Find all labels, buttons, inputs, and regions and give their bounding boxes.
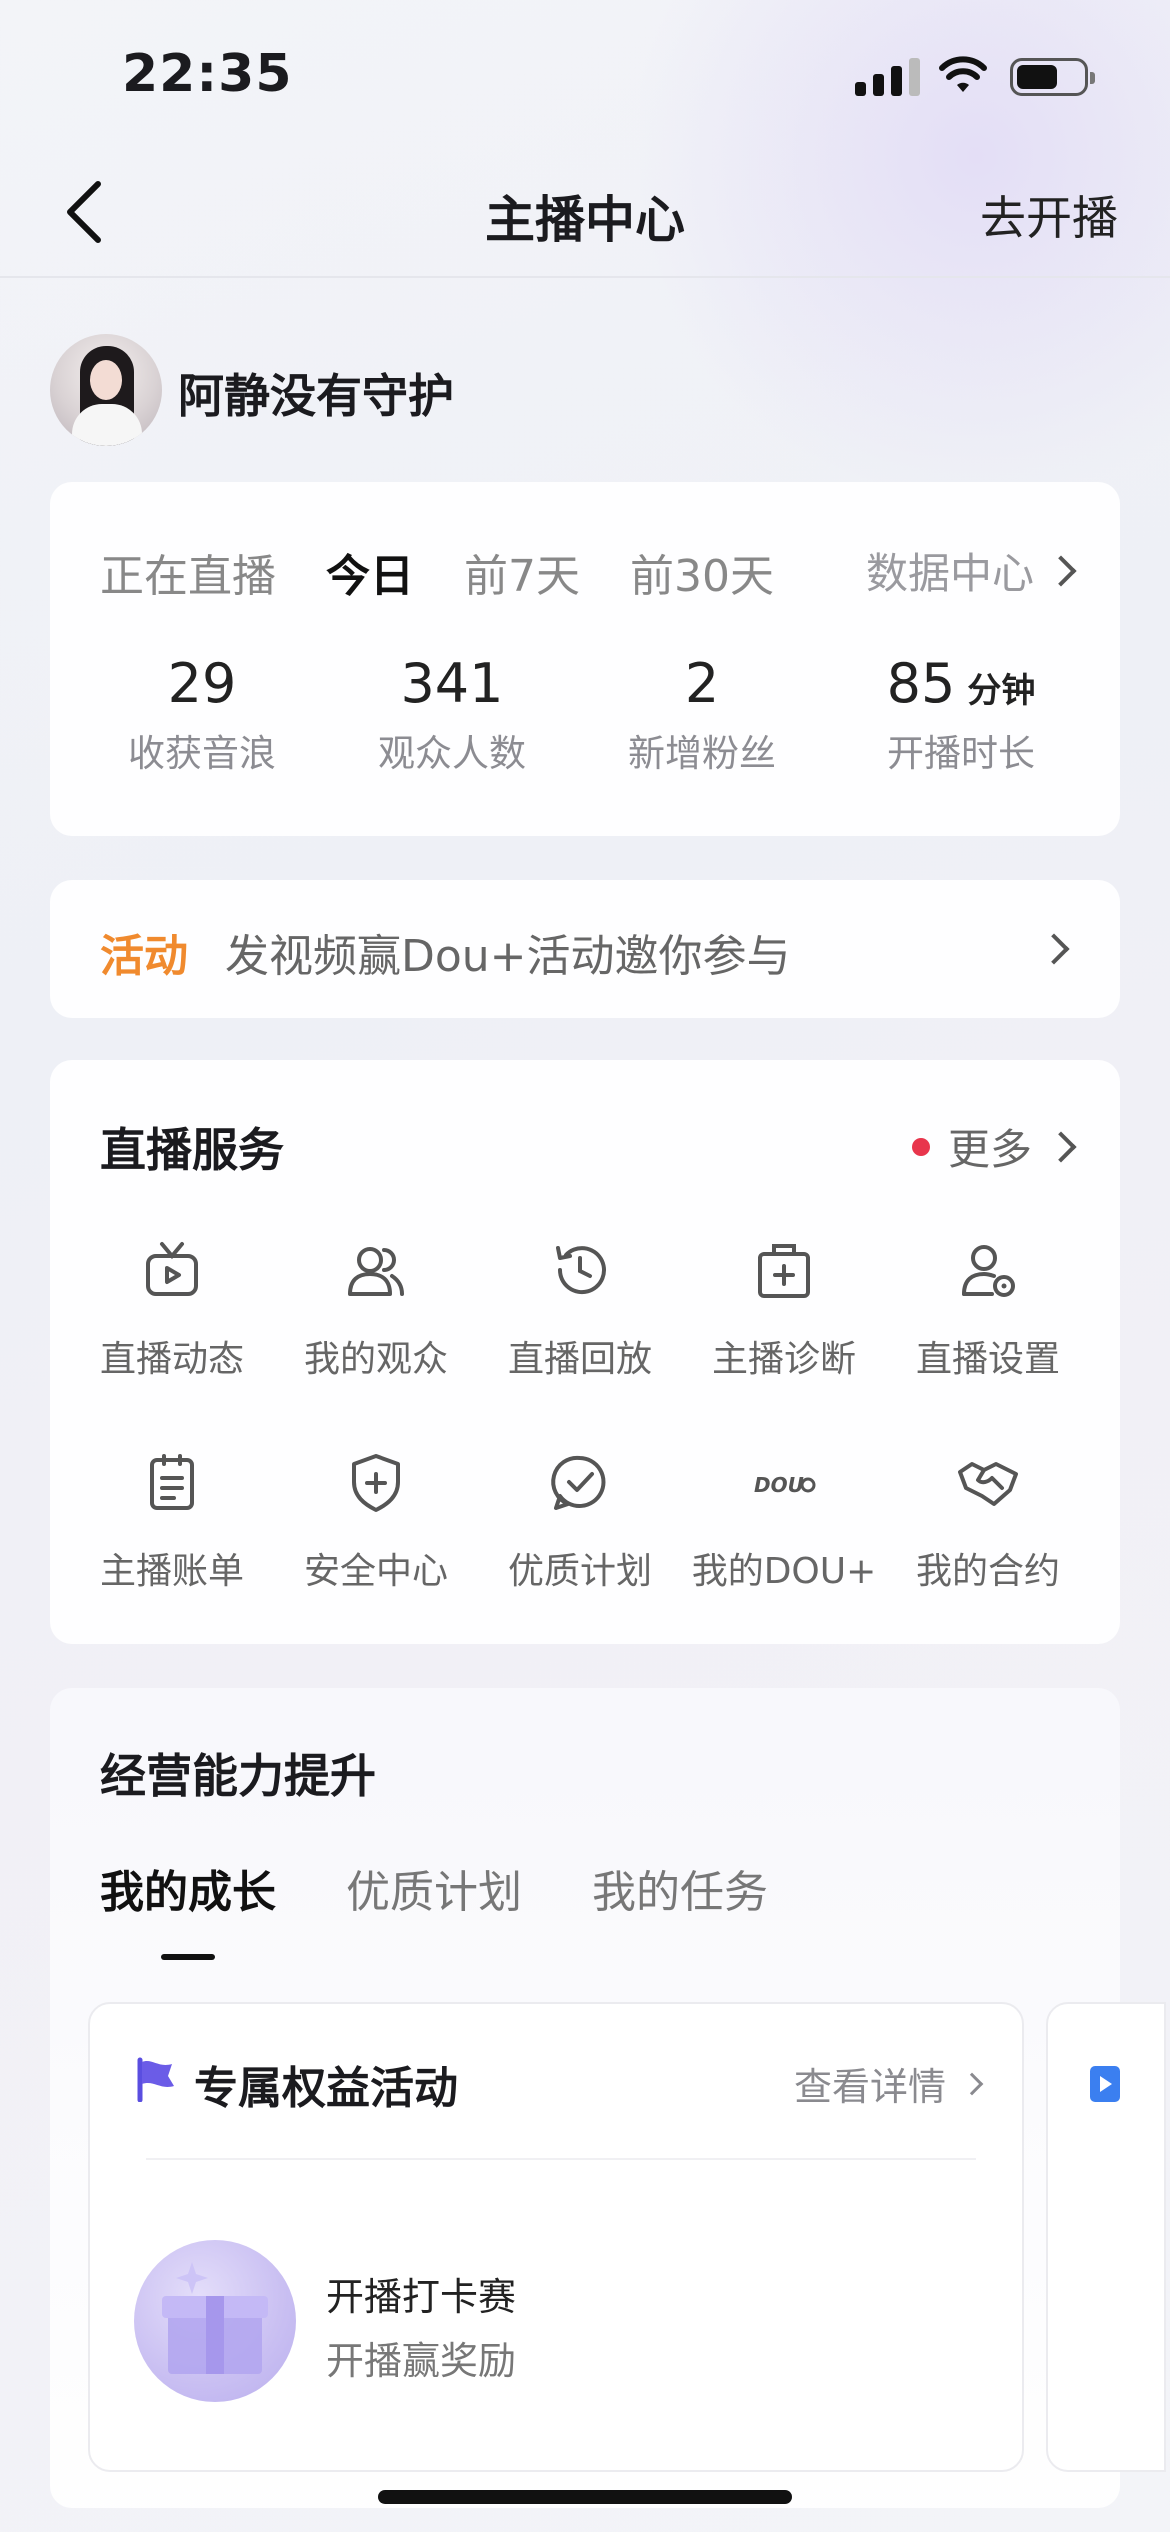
service-bills[interactable]: 主播账单 — [70, 1450, 274, 1594]
stat-value: 341 — [400, 652, 504, 715]
view-details-label: 查看详情 — [793, 2065, 946, 2109]
growth-card: 经营能力提升 我的成长 优质计划 我的任务 专属权益活动 查看详情 开播打卡赛 … — [50, 1688, 1166, 2508]
handshake-icon — [958, 1462, 1018, 1506]
shield-plus-icon — [352, 1454, 400, 1512]
tab-7-days[interactable]: 前7天 — [464, 540, 580, 604]
data-center-label: 数据中心 — [865, 549, 1034, 598]
status-time: 22:35 — [122, 44, 293, 104]
chevron-right-icon — [960, 2072, 984, 2095]
history-icon — [556, 1246, 606, 1295]
go-live-button[interactable]: 去开播 — [980, 182, 1118, 248]
stat-value: 29 — [167, 652, 237, 715]
stat-sound-waves[interactable]: 29 收获音浪 — [77, 652, 327, 777]
service-my-dou-plus[interactable]: DOU 我的DOU+ — [682, 1450, 886, 1594]
play-badge-icon — [1090, 2066, 1120, 2102]
service-label: 我的合约 — [915, 1551, 1060, 1592]
tv-icon — [146, 1242, 198, 1296]
user-settings-icon — [962, 1245, 1015, 1297]
stat-label: 收获音浪 — [128, 732, 276, 775]
tab-quality-plan[interactable]: 优质计划 — [346, 1856, 522, 1920]
next-card-peek[interactable] — [1046, 2002, 1166, 2472]
chevron-right-icon — [1045, 554, 1077, 587]
avatar[interactable] — [50, 334, 162, 446]
section-title: 直播服务 — [100, 1123, 284, 1177]
service-label: 优质计划 — [507, 1551, 652, 1592]
stat-label: 新增粉丝 — [628, 732, 776, 775]
stats-period-tabs: 正在直播 今日 前7天 前30天 — [100, 540, 774, 604]
exclusive-benefits-card[interactable]: 专属权益活动 查看详情 开播打卡赛 开播赢奖励 — [88, 2002, 1024, 2472]
stat-unit: 分钟 — [967, 671, 1036, 711]
card-title: 专属权益活动 — [194, 2063, 458, 2114]
divider — [146, 2158, 976, 2160]
stats-card: 正在直播 今日 前7天 前30天 数据中心 29 收获音浪 341 观众人数 2… — [50, 482, 1120, 836]
stat-value: 85 — [886, 652, 956, 715]
service-my-contract[interactable]: 我的合约 — [886, 1450, 1090, 1594]
growth-tabs: 我的成长 优质计划 我的任务 — [100, 1856, 768, 1960]
stat-new-fans[interactable]: 2 新增粉丝 — [577, 652, 827, 777]
gift-icon — [134, 2240, 296, 2402]
live-services-card: 直播服务 更多 直播动态 我的观众 直播回放 主播诊断 直播设置 主播账单 安全… — [50, 1060, 1120, 1644]
medical-kit-icon — [758, 1244, 810, 1298]
clipboard-icon — [150, 1454, 194, 1510]
cellular-signal-icon — [855, 56, 920, 96]
check-circle-icon — [551, 1455, 606, 1510]
service-my-audience[interactable]: 我的观众 — [274, 1238, 478, 1382]
more-label: 更多 — [947, 1125, 1032, 1174]
activity-text: 发视频赢Dou+活动邀你参与 — [225, 931, 791, 982]
stat-label: 观众人数 — [378, 732, 526, 775]
tab-live-now[interactable]: 正在直播 — [100, 540, 276, 604]
activity-tag: 活动 — [100, 931, 188, 982]
more-services-link[interactable]: 更多 — [911, 1116, 1077, 1177]
service-label: 直播回放 — [507, 1339, 652, 1380]
tab-today[interactable]: 今日 — [326, 540, 414, 604]
chevron-right-icon — [1038, 933, 1070, 965]
service-quality-plan[interactable]: 优质计划 — [478, 1450, 682, 1594]
activity-banner[interactable]: 活动 发视频赢Dou+活动邀你参与 — [50, 880, 1120, 1018]
service-label: 主播账单 — [99, 1551, 244, 1592]
dou-logo-icon: DOU — [754, 1473, 816, 1497]
service-security-center[interactable]: 安全中心 — [274, 1450, 478, 1594]
stat-live-duration[interactable]: 85 分钟 开播时长 — [836, 652, 1086, 777]
service-diagnosis[interactable]: 主播诊断 — [682, 1238, 886, 1382]
navigation-bar: 主播中心 去开播 — [0, 150, 1170, 278]
tab-my-growth[interactable]: 我的成长 — [100, 1856, 276, 1960]
section-title: 经营能力提升 — [100, 1749, 376, 1803]
service-label: 主播诊断 — [711, 1339, 856, 1380]
service-label: 我的DOU+ — [691, 1551, 877, 1592]
stat-viewers[interactable]: 341 观众人数 — [327, 652, 577, 777]
flag-icon — [137, 2057, 174, 2102]
view-details-link[interactable]: 查看详情 — [793, 2056, 984, 2111]
battery-icon — [1010, 58, 1095, 96]
service-label: 直播动态 — [99, 1339, 244, 1380]
service-replay[interactable]: 直播回放 — [478, 1238, 682, 1382]
service-label: 直播设置 — [915, 1339, 1060, 1380]
tab-my-tasks[interactable]: 我的任务 — [592, 1856, 768, 1920]
home-indicator[interactable] — [378, 2490, 792, 2504]
users-icon — [348, 1247, 404, 1296]
username: 阿静没有守护 — [178, 369, 454, 423]
stat-label: 开播时长 — [887, 732, 1035, 775]
chevron-right-icon — [1045, 1130, 1077, 1163]
service-live-settings[interactable]: 直播设置 — [886, 1238, 1090, 1382]
notification-dot — [911, 1137, 930, 1156]
task-subtitle: 开播赢奖励 — [326, 2339, 517, 2383]
task-title: 开播打卡赛 — [326, 2275, 517, 2319]
status-bar: 22:35 — [0, 0, 1170, 150]
service-label: 安全中心 — [303, 1551, 448, 1592]
tab-30-days[interactable]: 前30天 — [630, 540, 774, 604]
data-center-link[interactable]: 数据中心 — [865, 540, 1077, 601]
stat-value: 2 — [684, 652, 720, 715]
service-label: 我的观众 — [303, 1339, 448, 1380]
service-live-feed[interactable]: 直播动态 — [70, 1238, 274, 1382]
wifi-icon — [939, 56, 987, 92]
svg-text:DOU: DOU — [754, 1473, 804, 1497]
